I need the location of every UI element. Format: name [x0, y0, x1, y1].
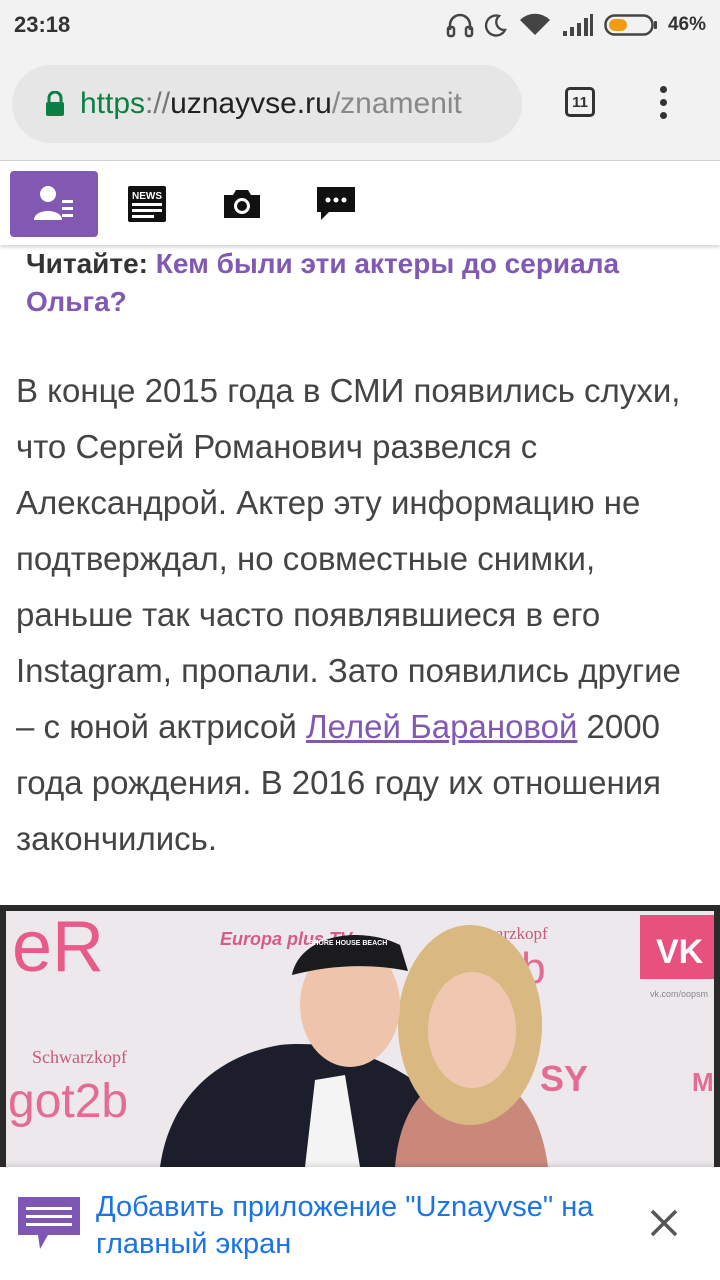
url-bar[interactable]: https://uznayvse.ru/znamenit: [12, 65, 522, 143]
article-link-person[interactable]: Лелей Барановой: [306, 708, 577, 745]
photo-image: eR Europa plus TV Schwarzkopf ot2b VK vk…: [6, 907, 714, 1167]
nav-item-news[interactable]: NEWS: [104, 171, 192, 237]
status-bar: 23:18 46%: [0, 0, 720, 50]
banner-text[interactable]: Добавить приложение "Uznayvse" на главны…: [96, 1189, 636, 1263]
battery-percent: 46%: [667, 14, 706, 35]
lock-icon: [46, 91, 64, 116]
photo-text-er: eR: [12, 907, 104, 987]
tab-switcher-button[interactable]: 11: [565, 87, 595, 117]
article-text-before: В конце 2015 года в СМИ появились слухи,…: [16, 372, 681, 745]
tab-count: 11: [572, 93, 588, 111]
camera-icon: [224, 190, 260, 218]
comments-icon: [317, 187, 355, 220]
url-scheme: https: [80, 87, 146, 120]
news-icon: NEWS: [128, 186, 166, 222]
url-host: uznayvse.ru: [170, 87, 332, 120]
battery-icon: [604, 14, 657, 36]
photo-text-m: M: [692, 1067, 714, 1097]
site-nav-bar: NEWS: [0, 161, 720, 245]
news-icon-text: NEWS: [132, 191, 162, 202]
status-time: 23:18: [14, 12, 71, 37]
browser-toolbar: https://uznayvse.ru/znamenit 11: [0, 50, 720, 161]
nav-item-photo[interactable]: [198, 171, 286, 237]
nav-item-comments[interactable]: [292, 171, 380, 237]
url-separator: ://: [145, 87, 171, 120]
add-to-homescreen-banner: Добавить приложение "Uznayvse" на главны…: [0, 1167, 720, 1280]
photo-text-vk-url: vk.com/oopsm: [650, 989, 708, 999]
moon-icon: [484, 14, 507, 37]
headphones-icon: [446, 13, 474, 38]
photo-text-got2b-2: got2b: [8, 1075, 128, 1128]
read-also: Читайте: Кем были эти актеры до сериала …: [26, 245, 686, 321]
nav-item-profile[interactable]: [10, 171, 98, 237]
photo-text-cap: SHORE HOUSE BEACH: [309, 940, 388, 947]
chat-bubble-icon: [18, 1197, 80, 1249]
signal-icon: [562, 14, 593, 36]
photo-text-vk: VK: [656, 933, 704, 971]
more-options-icon[interactable]: [650, 86, 676, 124]
url-text: https://uznayvse.ru/znamenit: [80, 87, 462, 121]
user-profile-icon: [34, 186, 73, 220]
photo-text-schwarzkopf-2: Schwarzkopf: [32, 1047, 127, 1067]
article-paragraph: В конце 2015 года в СМИ появились слухи,…: [16, 363, 706, 867]
read-also-label: Читайте:: [26, 248, 148, 279]
wifi-icon: [519, 13, 550, 36]
article-photo: eR Europa plus TV Schwarzkopf ot2b VK vk…: [0, 905, 720, 1167]
close-icon[interactable]: [642, 1201, 686, 1245]
url-path: /znamenit: [331, 87, 462, 120]
photo-text-sy: SY: [540, 1058, 588, 1099]
